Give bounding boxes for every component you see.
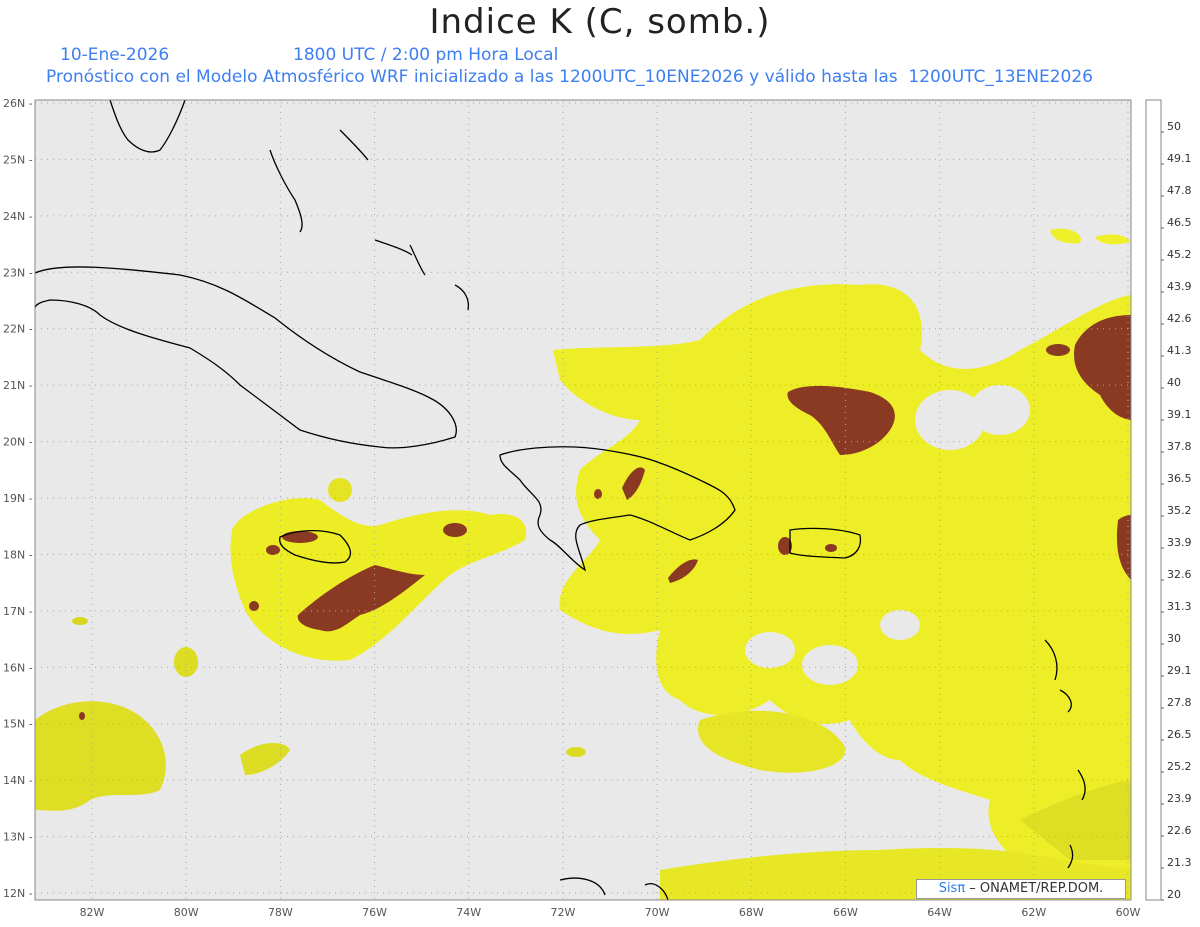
colorbar-label: 22.6 bbox=[1167, 824, 1192, 837]
colorbar-label: 21.3 bbox=[1167, 856, 1192, 869]
colorbar: 50 49.1 47.8 46.5 45.2 43.9 42.6 41.3 40 39.1 37.8… bbox=[1145, 99, 1192, 901]
colorbar-label: 40 bbox=[1167, 376, 1181, 389]
colorbar-label: 32.6 bbox=[1167, 568, 1192, 581]
colorbar-label: 43.9 bbox=[1167, 280, 1192, 293]
colorbar-label: 30 bbox=[1167, 632, 1181, 645]
colorbar-label: 37.8 bbox=[1167, 440, 1192, 453]
lat-label: 21N - bbox=[3, 379, 33, 392]
lon-label: 76W bbox=[362, 906, 387, 919]
lon-label: 80W bbox=[174, 906, 199, 919]
colorbar-label: 42.6 bbox=[1167, 312, 1192, 325]
colorbar-label: 39.1 bbox=[1167, 408, 1192, 421]
credit-box: Sisπ – ONAMET/REP.DOM. bbox=[916, 879, 1126, 899]
lat-label: 13N - bbox=[3, 831, 33, 844]
colorbar-label: 20 bbox=[1167, 888, 1181, 901]
lon-label: 74W bbox=[456, 906, 481, 919]
colorbar-label: 23.9 bbox=[1167, 792, 1192, 805]
lat-label: 24N - bbox=[3, 210, 33, 223]
lat-label: 22N - bbox=[3, 323, 33, 336]
colorbar-label: 27.8 bbox=[1167, 696, 1192, 709]
lon-label: 64W bbox=[927, 906, 952, 919]
colorbar-label: 29.1 bbox=[1167, 664, 1192, 677]
lat-label: 12N - bbox=[3, 887, 33, 900]
colorbar-label: 41.3 bbox=[1167, 344, 1192, 357]
k-index-map: 26N - 25N - 24N - 23N - 22N - 21N - 20N - 19N -… bbox=[3, 97, 1192, 919]
colorbar-label: 33.9 bbox=[1167, 536, 1192, 549]
lat-label: 19N - bbox=[3, 492, 33, 505]
lat-label: 25N - bbox=[3, 153, 33, 166]
lat-label: 26N - bbox=[3, 97, 33, 110]
colorbar-label: 50 bbox=[1167, 120, 1181, 133]
colorbar-label: 49.1 bbox=[1167, 152, 1192, 165]
colorbar-frame bbox=[1145, 99, 1162, 901]
lon-label: 82W bbox=[80, 906, 105, 919]
lon-label: 72W bbox=[550, 906, 575, 919]
lon-axis-labels: 82W 80W 78W 76W 74W 72W 70W 68W 66W 64W 62W 60W bbox=[80, 906, 1141, 919]
credit-text: – ONAMET/REP.DOM. bbox=[965, 881, 1104, 896]
credit-logo-text: Sisπ bbox=[938, 881, 966, 896]
lat-label: 14N - bbox=[3, 774, 33, 787]
colorbar-label: 25.2 bbox=[1167, 760, 1192, 773]
lat-label: 16N - bbox=[3, 661, 33, 674]
lat-label: 18N - bbox=[3, 548, 33, 561]
lon-label: 60W bbox=[1116, 906, 1141, 919]
colorbar-label: 31.3 bbox=[1167, 600, 1192, 613]
colorbar-label: 35.2 bbox=[1167, 504, 1192, 517]
lon-label: 62W bbox=[1021, 906, 1046, 919]
lat-label: 17N - bbox=[3, 605, 33, 618]
colorbar-label: 26.5 bbox=[1167, 728, 1192, 741]
lat-label: 15N - bbox=[3, 718, 33, 731]
lon-label: 68W bbox=[739, 906, 764, 919]
lon-label: 70W bbox=[645, 906, 670, 919]
colorbar-label: 47.8 bbox=[1167, 184, 1192, 197]
colorbar-label: 45.2 bbox=[1167, 248, 1192, 261]
lat-axis-labels: 26N - 25N - 24N - 23N - 22N - 21N - 20N - 19N -… bbox=[3, 97, 33, 900]
colorbar-label: 36.5 bbox=[1167, 472, 1192, 485]
lat-label: 20N - bbox=[3, 436, 33, 449]
lat-label: 23N - bbox=[3, 266, 33, 279]
colorbar-label: 46.5 bbox=[1167, 216, 1192, 229]
lon-label: 78W bbox=[268, 906, 293, 919]
lon-label: 66W bbox=[833, 906, 858, 919]
